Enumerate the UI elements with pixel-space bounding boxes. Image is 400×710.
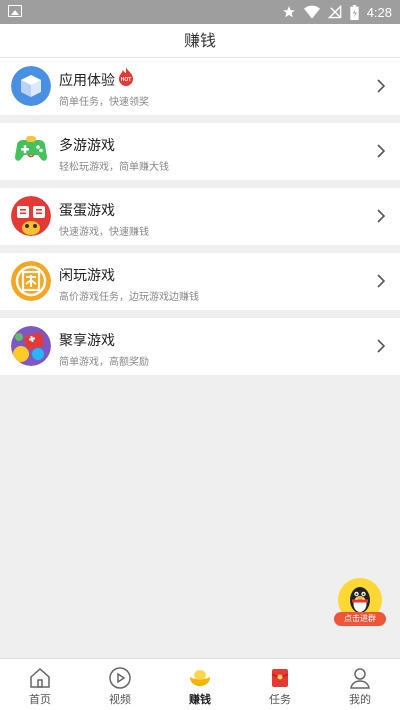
item-title: 闲玩游戏 xyxy=(59,268,115,284)
join-group-button[interactable]: 点击进群 xyxy=(334,578,386,628)
item-title: 多游游戏 xyxy=(59,138,115,154)
bottom-tab-bar: 首页 视频 赚钱 任务 我的 xyxy=(0,658,400,710)
hot-badge-icon: HOT xyxy=(119,67,133,86)
chevron-right-icon xyxy=(377,274,386,288)
tab-label: 我的 xyxy=(349,693,371,706)
tab-label: 赚钱 xyxy=(189,693,211,706)
red-envelope-icon xyxy=(271,669,289,687)
app-cube-icon xyxy=(11,66,51,106)
list-item-dandan[interactable]: 蛋蛋游戏 快速游戏，快速赚钱 xyxy=(0,188,400,245)
item-subtitle: 轻松玩游戏，简单赚大钱 xyxy=(59,162,169,173)
xianwan-logo-icon xyxy=(11,261,51,301)
tab-tasks[interactable]: 任务 xyxy=(240,659,320,710)
tab-video[interactable]: 视频 xyxy=(80,659,160,710)
join-group-label: 点击进群 xyxy=(334,612,386,626)
juxiang-logo-icon xyxy=(11,326,51,366)
page-title: 赚钱 xyxy=(0,24,400,58)
chevron-right-icon xyxy=(377,79,386,93)
no-signal-icon xyxy=(327,5,341,19)
item-subtitle: 简单游戏，高额奖励 xyxy=(59,357,149,368)
item-title: 蛋蛋游戏 xyxy=(59,203,115,219)
user-icon xyxy=(350,668,370,689)
list-item-app-trial[interactable]: 应用体验 HOT 简单任务，快速领奖 xyxy=(0,58,400,115)
play-icon xyxy=(109,667,131,689)
item-subtitle: 简单任务，快速领奖 xyxy=(59,97,149,108)
gamepad-icon xyxy=(11,131,51,171)
star-icon xyxy=(282,6,295,18)
gold-ingot-icon xyxy=(190,670,210,686)
chevron-right-icon xyxy=(377,209,386,223)
earn-list: 应用体验 HOT 简单任务，快速领奖 多游游戏 轻松玩游戏，简单赚大钱 蛋蛋游戏… xyxy=(0,58,400,383)
wifi-icon xyxy=(303,5,320,19)
tab-mine[interactable]: 我的 xyxy=(320,659,400,710)
list-item-xianwan[interactable]: 闲玩游戏 高价游戏任务，边玩游戏边赚钱 xyxy=(0,253,400,310)
item-subtitle: 快速游戏，快速赚钱 xyxy=(59,227,149,238)
home-icon xyxy=(30,667,50,688)
dandan-logo-icon xyxy=(11,196,51,236)
list-item-juxiang[interactable]: 聚享游戏 简单游戏，高额奖励 xyxy=(0,318,400,375)
item-title: 聚享游戏 xyxy=(59,333,115,349)
tab-label: 首页 xyxy=(29,693,51,706)
chevron-right-icon xyxy=(377,339,386,353)
item-subtitle: 高价游戏任务，边玩游戏边赚钱 xyxy=(59,292,199,303)
gallery-notification-icon xyxy=(8,5,22,17)
chevron-right-icon xyxy=(377,144,386,158)
tab-home[interactable]: 首页 xyxy=(0,659,80,710)
battery-icon xyxy=(350,4,359,20)
item-title: 应用体验 xyxy=(59,73,115,89)
hot-badge-label: HOT xyxy=(121,77,132,83)
tab-earn[interactable]: 赚钱 xyxy=(160,659,240,710)
status-bar: 4:28 xyxy=(0,0,400,24)
tab-label: 任务 xyxy=(269,693,291,706)
status-time: 4:28 xyxy=(366,4,392,20)
tab-label: 视频 xyxy=(109,693,131,706)
list-item-duoyou[interactable]: 多游游戏 轻松玩游戏，简单赚大钱 xyxy=(0,123,400,180)
